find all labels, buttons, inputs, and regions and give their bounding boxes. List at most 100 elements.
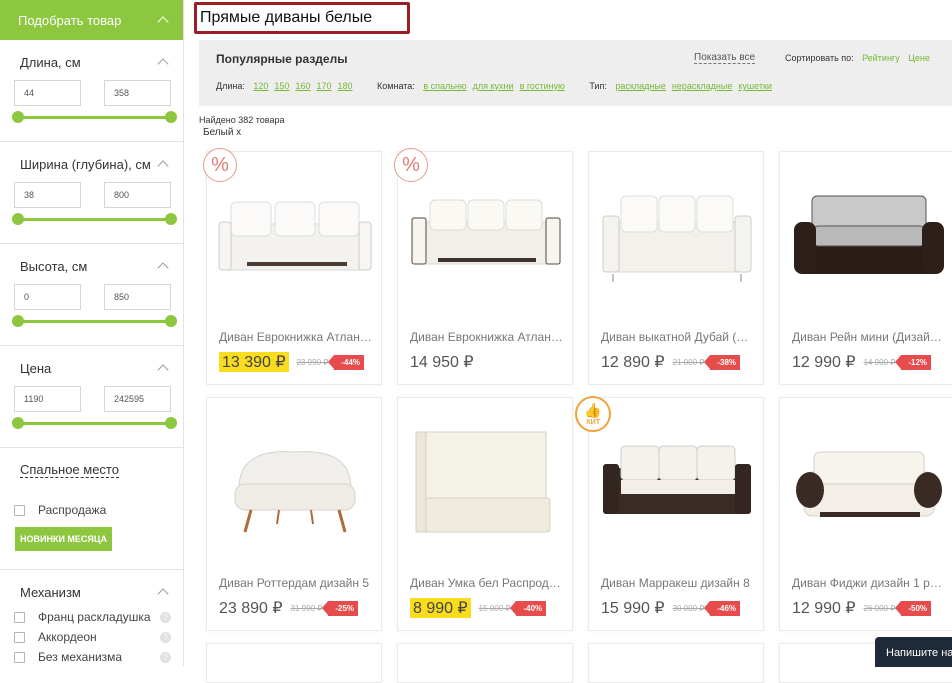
height-max-input[interactable]: 850 xyxy=(104,284,171,310)
sale-checkbox-row[interactable]: Распродажа xyxy=(0,501,183,519)
filter-mechanism-toggle[interactable]: Механизм xyxy=(0,582,183,602)
mechanism-checkbox[interactable] xyxy=(14,631,25,643)
price-max-input[interactable]: 242595 xyxy=(104,386,171,412)
product-image[interactable] xyxy=(408,182,564,290)
product-card[interactable]: Диван Роттердам дизайн 5 23 890 ₽ 31 990… xyxy=(206,397,382,631)
slider-handle-max[interactable] xyxy=(165,417,177,429)
product-name[interactable]: Диван Роттердам дизайн 5 xyxy=(219,576,375,590)
room-link[interactable]: в гостиную xyxy=(520,81,565,91)
mechanism-option[interactable]: Аккордеон ? xyxy=(0,628,183,646)
mechanism-option[interactable]: Без механизма ? xyxy=(0,648,183,666)
old-price: 30 000 ₽ xyxy=(672,603,705,613)
product-card[interactable] xyxy=(206,643,382,683)
product-card[interactable]: 👍 ХИТ Диван Марракеш дизайн 8 15 990 ₽ 3… xyxy=(575,396,764,631)
height-min-input[interactable]: 0 xyxy=(14,284,81,310)
length-slider[interactable] xyxy=(12,106,177,128)
chevron-up-icon[interactable] xyxy=(157,364,169,376)
product-card[interactable] xyxy=(397,643,573,683)
product-image[interactable] xyxy=(790,182,946,290)
chevron-up-icon[interactable] xyxy=(157,58,169,70)
show-all-link[interactable]: Показать все xyxy=(694,52,756,64)
slider-handle-min[interactable] xyxy=(12,315,24,327)
price-row: 13 390 ₽ 23 990 ₽ -44% xyxy=(219,352,365,372)
product-image[interactable] xyxy=(599,182,755,290)
chevron-up-icon[interactable] xyxy=(157,262,169,274)
price-min-input[interactable]: 1190 xyxy=(14,386,81,412)
product-card[interactable]: Диван Умка бел Распрод… 8 990 ₽ 15 000 ₽… xyxy=(397,397,573,631)
product-name[interactable]: Диван Еврокнижка Атлан… xyxy=(410,330,566,344)
filter-price: Цена 1190 242595 xyxy=(0,346,183,448)
height-slider[interactable] xyxy=(12,310,177,332)
hit-label: ХИТ xyxy=(586,419,600,426)
length-max-input[interactable]: 358 xyxy=(104,80,171,106)
product-card[interactable]: Диван выкатной Дубай (… 12 890 ₽ 21 000 … xyxy=(588,151,764,385)
product-card[interactable]: Диван Фиджи дизайн 1 р… 12 990 ₽ 26 000 … xyxy=(779,397,952,631)
product-card[interactable]: % Диван Еврокнижка Атлан… 14 950 ₽ xyxy=(394,148,573,385)
room-link[interactable]: для кухни xyxy=(473,81,514,91)
mechanism-option-label: Аккордеон xyxy=(38,630,97,644)
mechanism-checkbox[interactable] xyxy=(14,611,25,623)
product-card[interactable] xyxy=(588,643,764,683)
length-link[interactable]: 160 xyxy=(295,81,310,91)
price-slider[interactable] xyxy=(12,412,177,434)
help-icon[interactable]: ? xyxy=(160,611,171,623)
active-filter-chip[interactable]: Белый x xyxy=(203,127,241,138)
chevron-up-icon[interactable] xyxy=(157,160,169,172)
length-link[interactable]: 150 xyxy=(274,81,289,91)
product-card[interactable]: Диван Рейн мини (Дизай… 12 990 ₽ 14 900 … xyxy=(779,151,952,385)
filter-price-toggle[interactable]: Цена xyxy=(0,358,183,378)
product-image[interactable] xyxy=(408,428,564,536)
mechanism-checkbox[interactable] xyxy=(14,651,25,663)
discount-tag: -50% xyxy=(895,600,932,616)
sort-rating-link[interactable]: Рейтингу xyxy=(862,53,900,63)
product-price: 15 990 ₽ xyxy=(601,600,665,617)
new-arrivals-button[interactable]: НОВИНКИ МЕСЯЦА xyxy=(15,527,112,551)
filter-height-toggle[interactable]: Высота, см xyxy=(0,256,183,276)
mechanism-option[interactable]: Франц раскладушка ? xyxy=(0,608,183,626)
width-min-input[interactable]: 38 xyxy=(14,182,81,208)
price-row: 12 890 ₽ 21 000 ₽ -38% xyxy=(601,352,741,372)
room-link[interactable]: в спальню xyxy=(423,81,466,91)
slider-handle-max[interactable] xyxy=(165,315,177,327)
product-image[interactable] xyxy=(217,428,373,536)
filter-length-toggle[interactable]: Длина, см xyxy=(0,52,183,72)
length-min-input[interactable]: 44 xyxy=(14,80,81,106)
filter-header[interactable]: Подобрать товар xyxy=(0,0,183,40)
product-card[interactable]: % Диван Еврокнижка Атлан… 13 390 ₽ 23 99… xyxy=(203,148,382,385)
filter-height: Высота, см 0 850 xyxy=(0,244,183,346)
slider-handle-min[interactable] xyxy=(12,213,24,225)
sort-price-link[interactable]: Цене xyxy=(908,53,930,63)
length-link[interactable]: 180 xyxy=(338,81,353,91)
help-icon[interactable]: ? xyxy=(160,631,171,643)
width-max-input[interactable]: 800 xyxy=(104,182,171,208)
filter-width-title: Ширина (глубина), см xyxy=(20,156,151,172)
chat-widget[interactable]: Напишите на xyxy=(875,637,952,667)
sleep-place-label[interactable]: Спальное место xyxy=(20,462,119,478)
slider-handle-min[interactable] xyxy=(12,417,24,429)
filter-width-toggle[interactable]: Ширина (глубина), см xyxy=(0,154,183,174)
slider-handle-min[interactable] xyxy=(12,111,24,123)
type-link[interactable]: нераскладные xyxy=(672,81,732,91)
sleep-place-toggle[interactable]: Спальное место xyxy=(0,448,183,478)
product-image[interactable] xyxy=(217,182,373,290)
product-name[interactable]: Диван Умка бел Распрод… xyxy=(410,576,566,590)
product-image[interactable] xyxy=(790,428,946,536)
type-link[interactable]: кушетки xyxy=(738,81,772,91)
length-link[interactable]: 120 xyxy=(253,81,268,91)
slider-handle-max[interactable] xyxy=(165,111,177,123)
product-name[interactable]: Диван Фиджи дизайн 1 р… xyxy=(792,576,948,590)
product-name[interactable]: Диван Рейн мини (Дизай… xyxy=(792,330,948,344)
length-link[interactable]: 170 xyxy=(316,81,331,91)
chevron-up-icon[interactable] xyxy=(157,588,169,600)
type-link[interactable]: раскладные xyxy=(615,81,666,91)
sale-checkbox[interactable] xyxy=(14,504,25,516)
help-icon[interactable]: ? xyxy=(160,651,171,663)
product-name[interactable]: Диван выкатной Дубай (… xyxy=(601,330,757,344)
product-name[interactable]: Диван Еврокнижка Атлан… xyxy=(219,330,375,344)
width-slider[interactable] xyxy=(12,208,177,230)
product-image[interactable] xyxy=(599,428,755,536)
product-name[interactable]: Диван Марракеш дизайн 8 xyxy=(601,576,757,590)
slider-handle-max[interactable] xyxy=(165,213,177,225)
chevron-up-icon[interactable] xyxy=(157,16,169,28)
thumbs-up-icon: 👍 xyxy=(584,402,602,418)
